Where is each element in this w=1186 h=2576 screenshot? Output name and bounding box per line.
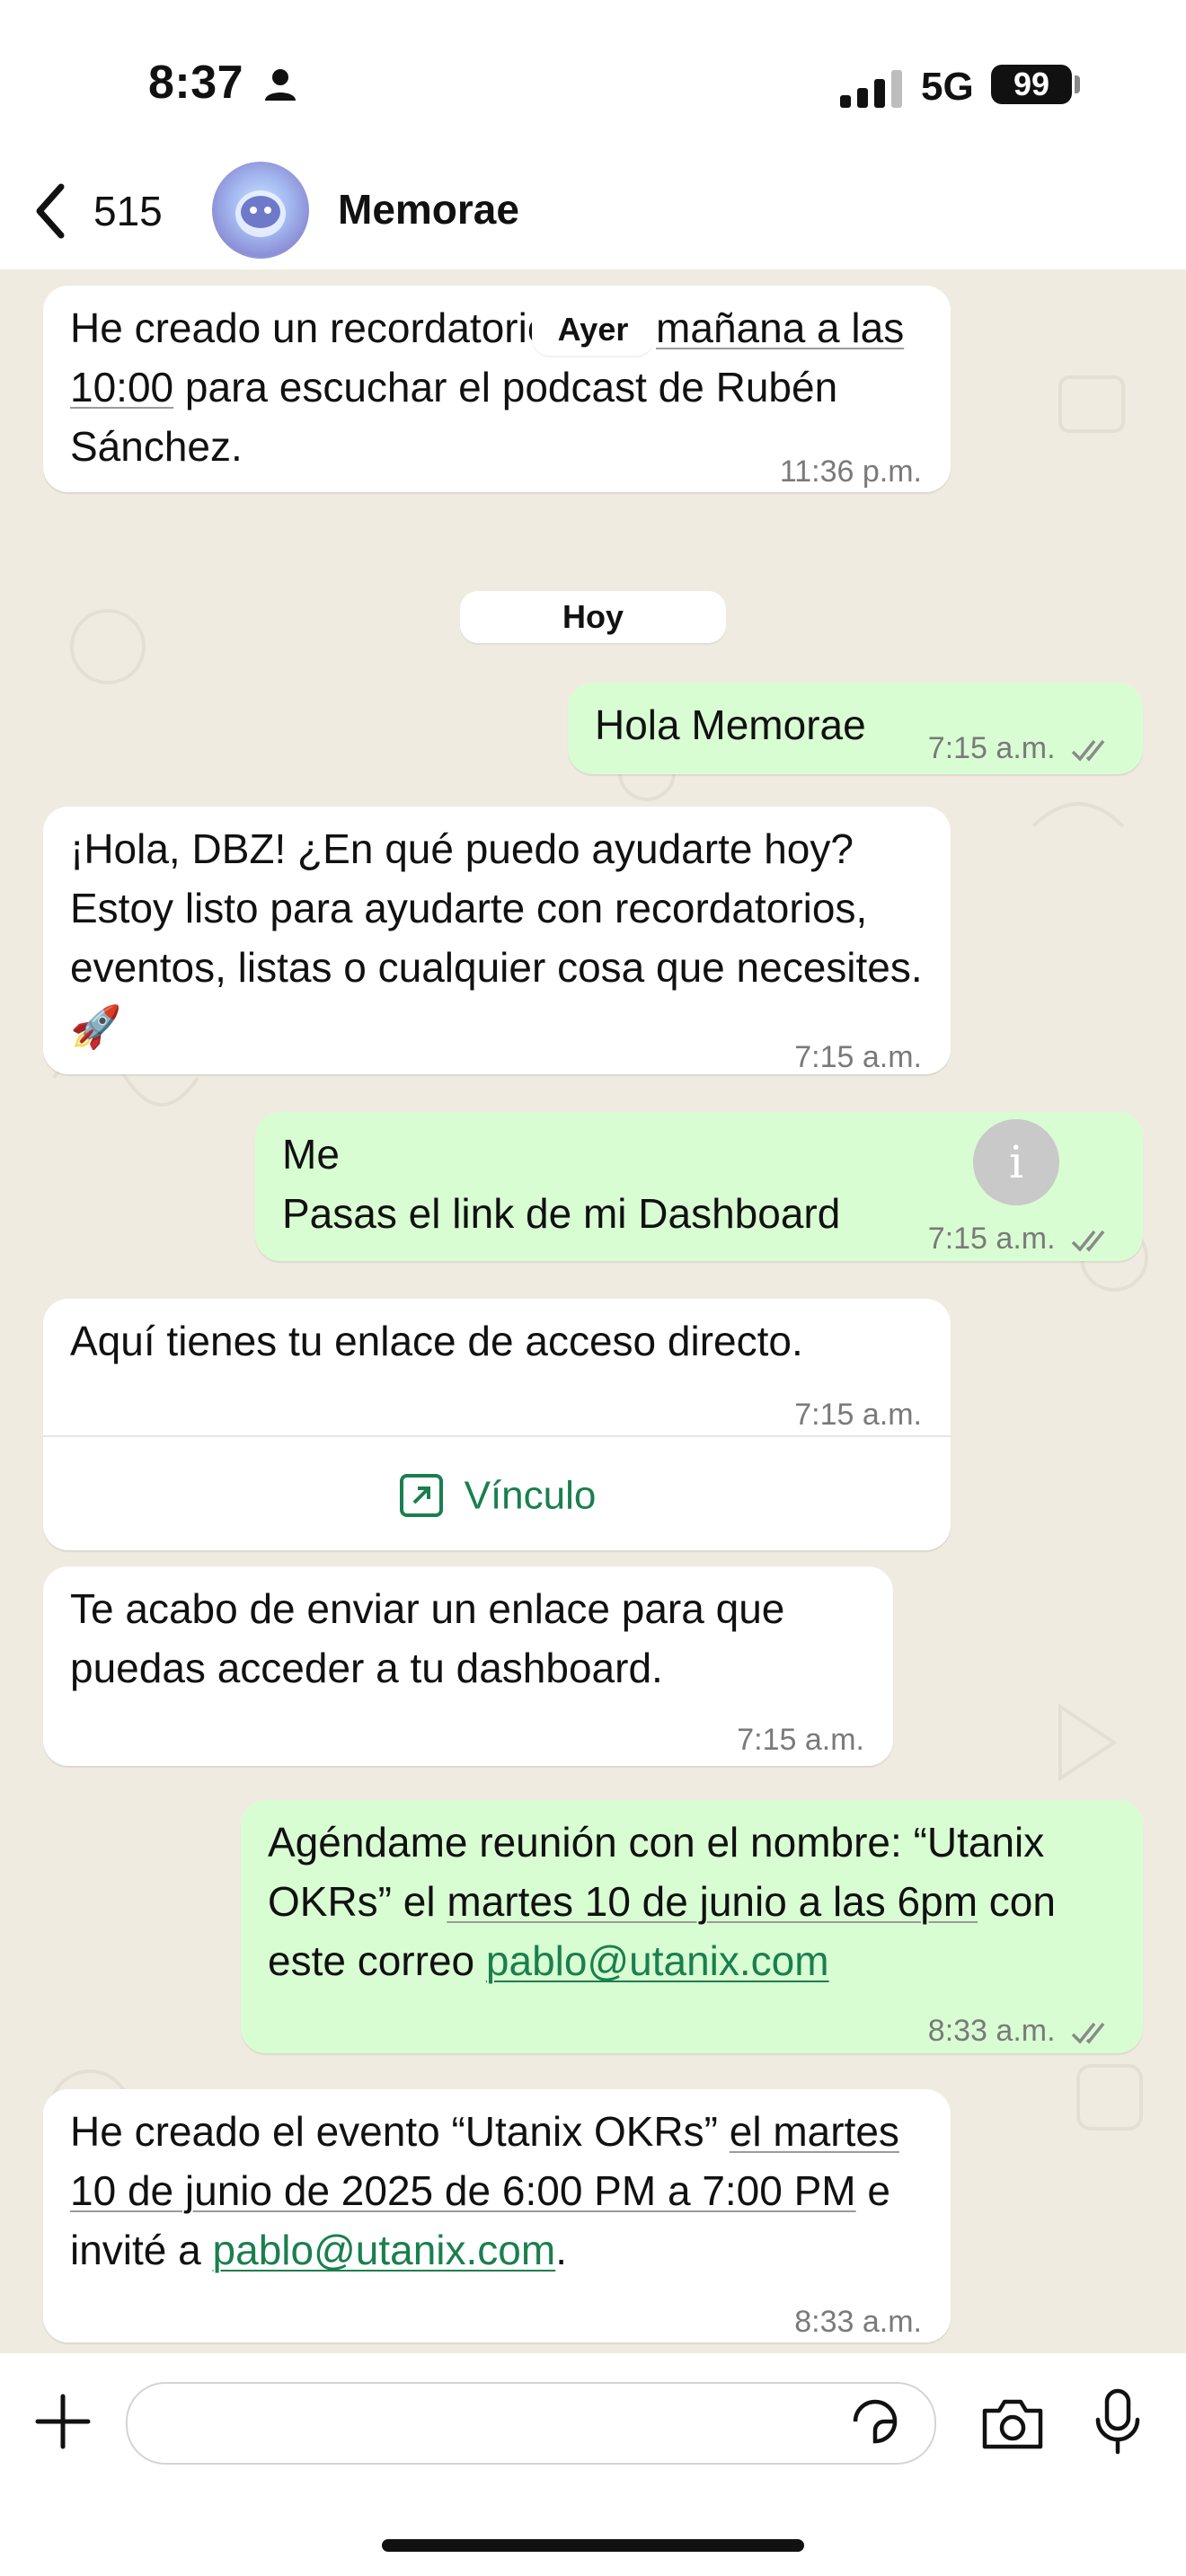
incoming-message-with-link[interactable]: Aquí tienes tu enlace de acceso directo.… [43, 1299, 951, 1550]
link-button-label: Vínculo [464, 1473, 597, 1518]
unread-count[interactable]: 515 [93, 187, 163, 235]
incoming-message[interactable]: Te acabo de enviar un enlace para que pu… [43, 1566, 893, 1766]
battery-indicator: 99 [991, 65, 1072, 104]
message-text: Me Pasas el link de mi Dashboard [282, 1131, 841, 1237]
message-time: 7:15 a.m. [928, 719, 1116, 778]
message-time: 11:36 p.m. [779, 454, 922, 489]
status-time: 8:37 [148, 57, 244, 109]
external-link-icon [399, 1474, 443, 1518]
incoming-message[interactable]: ¡Hola, DBZ! ¿En qué puedo ayudarte hoy? … [43, 807, 951, 1074]
chat-area[interactable]: He creado un recordatorio para mañana a … [0, 269, 1186, 2353]
message-text: ¡Hola, DBZ! ¿En qué puedo ayudarte hoy? … [70, 825, 923, 1050]
microphone-icon[interactable] [1093, 2387, 1143, 2456]
incoming-message[interactable]: He creado el evento “Utanix OKRs” el mar… [43, 2089, 951, 2342]
battery-tip [1075, 75, 1080, 93]
message-text: Aquí tienes tu enlace de acceso directo. [70, 1318, 803, 1364]
camera-icon[interactable] [979, 2396, 1046, 2450]
status-bar: 8:37 5G 99 [0, 0, 1186, 171]
signal-icon [840, 70, 902, 108]
link-button[interactable]: Vínculo [43, 1437, 951, 1550]
message-text: Hola Memorae [595, 701, 866, 748]
network-label: 5G [921, 65, 974, 109]
date-separator-today: Hoy [460, 591, 726, 643]
read-receipt-icon [1071, 739, 1105, 762]
back-chevron-icon[interactable] [29, 180, 74, 243]
info-button[interactable]: i [973, 1119, 1059, 1205]
person-icon [265, 69, 296, 101]
composer-bar [0, 2353, 1186, 2576]
message-time: 7:15 a.m. [794, 1040, 922, 1074]
chat-header: 515 Memorae [0, 153, 1186, 270]
date-separator-yesterday: Ayer [532, 304, 654, 356]
message-input[interactable] [126, 2382, 936, 2465]
outgoing-message[interactable]: Agéndame reunión con el nombre: “Utanix … [241, 1800, 1143, 2053]
outgoing-message[interactable]: Hola Memorae 7:15 a.m. [568, 683, 1143, 774]
home-indicator [382, 2539, 804, 2552]
message-time: 7:15 a.m. [928, 1209, 1116, 1268]
plus-icon[interactable] [34, 2393, 92, 2450]
message-text: Te acabo de enviar un enlace para que pu… [70, 1585, 785, 1691]
incoming-message[interactable]: He creado un recordatorio para mañana a … [43, 286, 951, 492]
sticker-icon[interactable] [848, 2395, 902, 2448]
message-time: 8:33 a.m. [928, 2001, 1116, 2060]
read-receipt-icon [1071, 2022, 1105, 2044]
contact-name[interactable]: Memorae [338, 185, 519, 234]
message-text: He creado el evento “Utanix OKRs” el mar… [70, 2108, 899, 2273]
contact-avatar[interactable] [212, 162, 309, 259]
message-time: 8:33 a.m. [794, 2305, 922, 2339]
message-text: Agéndame reunión con el nombre: “Utanix … [268, 1819, 1056, 1984]
message-time: 7:15 a.m. [737, 1723, 864, 1757]
read-receipt-icon [1071, 1230, 1105, 1252]
